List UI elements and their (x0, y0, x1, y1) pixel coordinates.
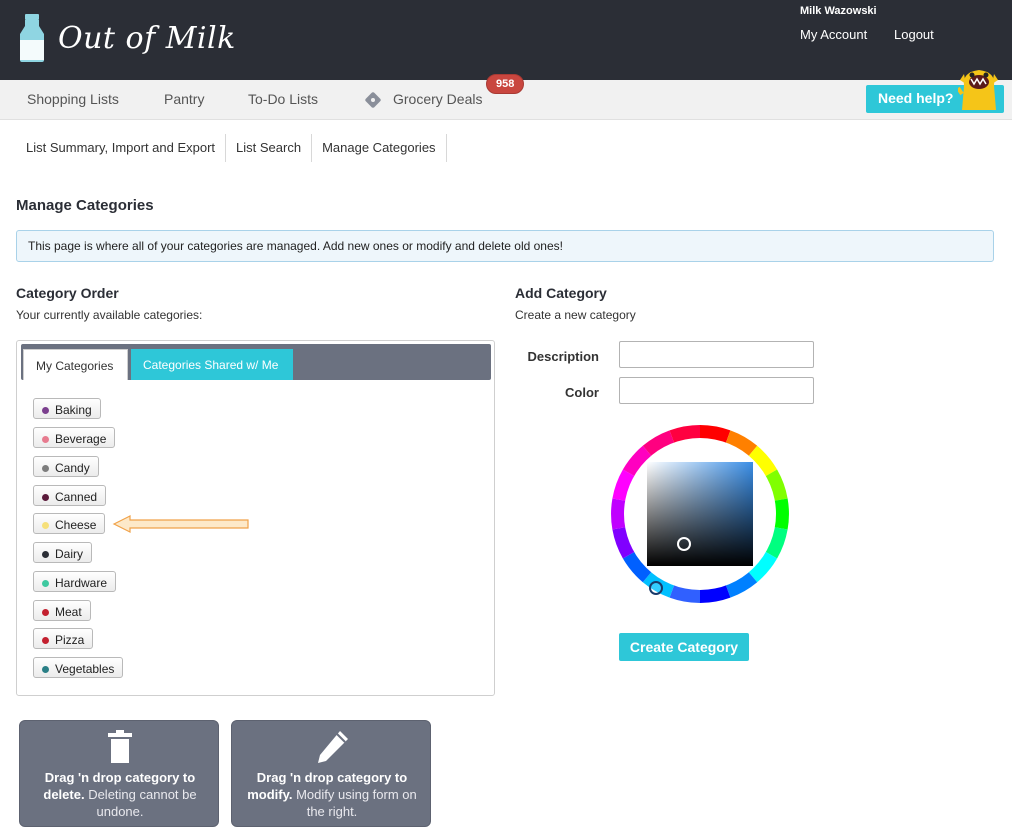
nav-todo-lists[interactable]: To-Do Lists (248, 91, 318, 107)
category-chip[interactable]: Vegetables (33, 657, 124, 678)
category-color-dot (42, 493, 49, 501)
category-color-dot (42, 665, 49, 673)
nav-grocery-deals[interactable]: Grocery Deals (393, 91, 482, 107)
category-color-dot (42, 464, 49, 472)
category-chip[interactable]: Baking (33, 398, 101, 419)
add-category-subheading: Create a new category (515, 308, 636, 322)
mascot-monster-icon (958, 70, 998, 110)
tab-shared-categories[interactable]: Categories Shared w/ Me (131, 349, 293, 380)
app-logo[interactable]: Out of Milk (18, 14, 236, 62)
category-label: Baking (55, 403, 92, 417)
pencil-icon (318, 731, 348, 763)
delete-dropzone-note: Deleting cannot be undone. (84, 787, 197, 819)
tab-my-categories[interactable]: My Categories (23, 349, 128, 380)
category-label: Dairy (55, 547, 84, 561)
category-color-dot (42, 406, 49, 414)
trash-icon (108, 730, 132, 763)
nav-shopping-lists[interactable]: Shopping Lists (27, 91, 119, 107)
category-chip[interactable]: Candy (33, 456, 99, 477)
category-label: Cheese (55, 518, 97, 532)
category-label: Meat (55, 605, 82, 619)
category-color-dot (42, 608, 49, 616)
category-chip[interactable]: Beverage (33, 427, 116, 448)
modify-dropzone[interactable]: Drag 'n drop category to modify. Modify … (231, 720, 431, 827)
description-input[interactable] (619, 341, 814, 368)
category-color-dot (42, 550, 49, 558)
color-wheel-picker[interactable] (600, 416, 800, 612)
logout-link[interactable]: Logout (894, 27, 934, 42)
category-chip[interactable]: Cheese (33, 513, 106, 534)
info-banner: This page is where all of your categorie… (16, 230, 994, 262)
page-title: Manage Categories (16, 197, 154, 214)
modify-dropzone-note: Modify using form on the right. (292, 787, 417, 819)
category-panel: My Categories Categories Shared w/ Me Ba… (16, 340, 495, 696)
category-label: Hardware (55, 576, 108, 590)
description-label: Description (527, 349, 599, 364)
hue-handle[interactable] (649, 581, 663, 595)
category-chip[interactable]: Meat (33, 600, 91, 621)
saturation-square[interactable] (647, 462, 753, 566)
category-chip[interactable]: Canned (33, 485, 107, 506)
category-chip[interactable]: Hardware (33, 571, 117, 592)
subnav-manage-categories[interactable]: Manage Categories (312, 134, 447, 162)
nav-pantry[interactable]: Pantry (164, 91, 204, 107)
modify-dropzone-text: Drag 'n drop category to modify. Modify … (240, 769, 424, 820)
create-category-button[interactable]: Create Category (619, 633, 749, 661)
category-order-subheading: Your currently available categories: (16, 308, 203, 322)
deals-count-badge: 958 (486, 74, 525, 94)
category-color-dot (42, 435, 49, 443)
category-chip[interactable]: Pizza (33, 628, 94, 649)
category-chip[interactable]: Dairy (33, 542, 93, 563)
category-color-dot (42, 521, 49, 529)
category-label: Beverage (55, 432, 107, 446)
category-label: Pizza (55, 633, 85, 647)
delete-dropzone[interactable]: Drag 'n drop category to delete. Deletin… (19, 720, 219, 827)
sub-nav: List Summary, Import and Export List Sea… (16, 134, 447, 162)
my-account-link[interactable]: My Account (800, 27, 867, 42)
color-label: Color (565, 385, 599, 400)
left-arrow-annotation (112, 515, 249, 533)
category-tabs: My Categories Categories Shared w/ Me (21, 344, 491, 380)
category-label: Canned (55, 490, 98, 504)
subnav-list-search[interactable]: List Search (226, 134, 313, 162)
delete-dropzone-text: Drag 'n drop category to delete. Deletin… (28, 769, 212, 820)
logo-text: Out of Milk (58, 20, 236, 56)
add-category-heading: Add Category (515, 285, 607, 301)
top-header: Out of Milk Milk Wazowski My Account Log… (0, 0, 1012, 80)
category-color-dot (42, 636, 49, 644)
color-input[interactable] (619, 377, 814, 404)
subnav-list-summary[interactable]: List Summary, Import and Export (16, 134, 227, 162)
price-tag-icon (365, 92, 381, 108)
milk-bottle-icon (20, 14, 44, 62)
user-name: Milk Wazowski (800, 5, 877, 17)
category-label: Candy (55, 461, 90, 475)
category-order-heading: Category Order (16, 285, 119, 301)
category-color-dot (42, 579, 49, 587)
category-label: Vegetables (55, 662, 115, 676)
